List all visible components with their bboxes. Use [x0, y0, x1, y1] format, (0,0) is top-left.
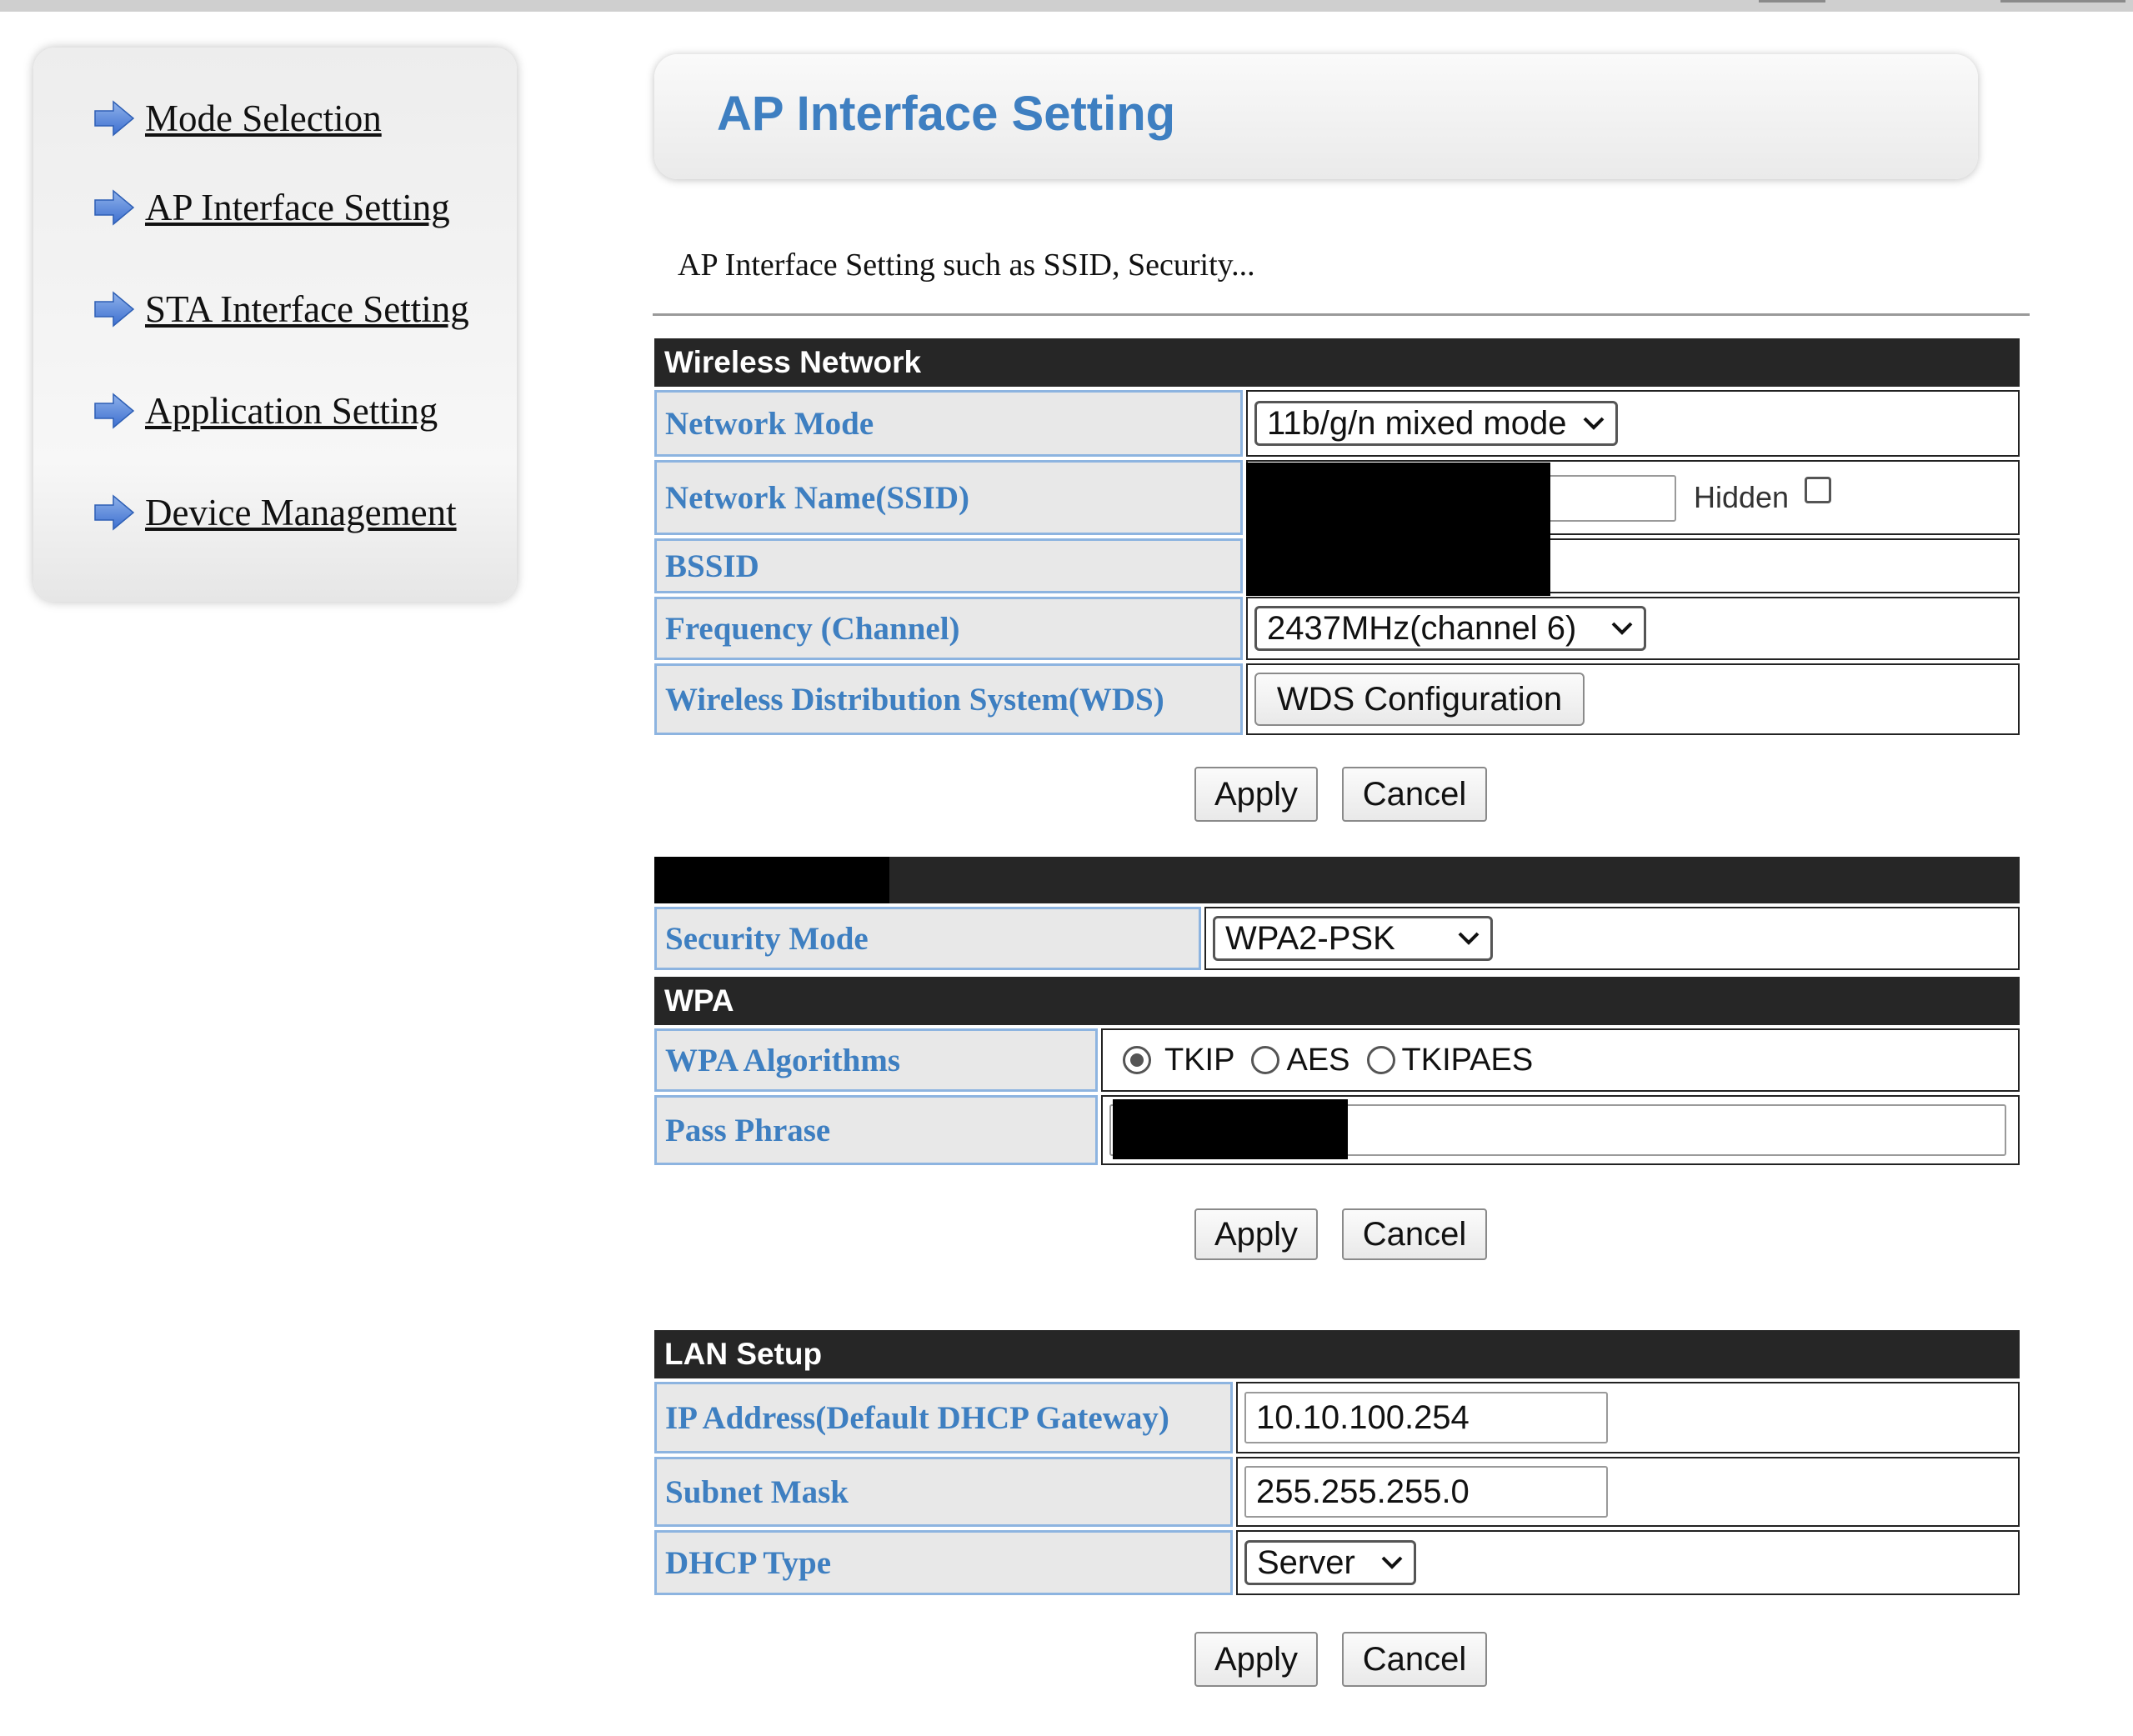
sidebar-item-label: STA Interface Setting: [145, 288, 469, 330]
chevron-down-icon: [1380, 1554, 1404, 1571]
wds-cell: WDS Configuration: [1246, 663, 2020, 735]
radio-tkipaes-label: TKIPAES: [1401, 1042, 1534, 1078]
network-mode-row: Network Mode 11b/g/n mixed mode: [654, 390, 2020, 457]
frequency-label: Frequency (Channel): [654, 597, 1243, 660]
redacted-ssid-bssid: [1246, 463, 1550, 596]
top-bar-tab: [1759, 0, 1825, 3]
dhcp-type-cell: Server: [1236, 1530, 2020, 1595]
network-mode-cell: 11b/g/n mixed mode: [1246, 390, 2020, 457]
network-mode-value: 11b/g/n mixed mode: [1267, 404, 1567, 442]
dhcp-type-label: DHCP Type: [654, 1530, 1233, 1595]
frequency-value: 2437MHz(channel 6): [1267, 609, 1577, 647]
sidebar-item-ap-interface-setting[interactable]: AP Interface Setting: [93, 183, 450, 233]
ssid-label: Network Name(SSID): [654, 460, 1243, 535]
radio-aes-button[interactable]: [1251, 1046, 1280, 1074]
arrow-right-icon: [93, 290, 135, 328]
ip-address-label: IP Address(Default DHCP Gateway): [654, 1382, 1233, 1453]
ip-address-cell: 10.10.100.254: [1236, 1382, 2020, 1453]
top-bar-tab: [2000, 0, 2125, 3]
chevron-down-icon: [1457, 930, 1480, 947]
page-description: AP Interface Setting such as SSID, Secur…: [678, 248, 1255, 283]
security-mode-select[interactable]: WPA2-PSK: [1213, 916, 1493, 961]
dhcp-type-select[interactable]: Server: [1244, 1540, 1416, 1585]
radio-aes-label: AES: [1286, 1042, 1350, 1078]
radio-tkip[interactable]: TKIP: [1123, 1043, 1234, 1078]
pass-phrase-label: Pass Phrase: [654, 1095, 1098, 1165]
radio-aes[interactable]: AES: [1251, 1042, 1350, 1078]
ip-address-row: IP Address(Default DHCP Gateway) 10.10.1…: [654, 1382, 2020, 1453]
security-mode-value: WPA2-PSK: [1225, 919, 1395, 957]
network-mode-label: Network Mode: [654, 390, 1243, 457]
section-header: [654, 857, 2020, 903]
browser-top-bar: [0, 0, 2133, 12]
arrow-right-icon: [93, 493, 135, 532]
wds-label: Wireless Distribution System(WDS): [654, 663, 1243, 735]
security-mode-cell: WPA2-PSK: [1204, 907, 2020, 970]
divider: [653, 313, 2030, 316]
sidebar-item-label: Application Setting: [145, 390, 438, 432]
wpa-algorithms-row: WPA Algorithms TKIP AES TKIPAES: [654, 1028, 2020, 1092]
hidden-checkbox[interactable]: [1805, 477, 1831, 503]
chevron-down-icon: [1582, 415, 1605, 432]
hidden-label: Hidden: [1694, 480, 1790, 514]
arrow-right-icon: [93, 99, 135, 138]
security-apply-button[interactable]: Apply: [1194, 1208, 1318, 1260]
arrow-right-icon: [93, 392, 135, 430]
page-header: AP Interface Setting: [654, 54, 1978, 179]
security-mode-label: Security Mode: [654, 907, 1201, 970]
wds-row: Wireless Distribution System(WDS) WDS Co…: [654, 663, 2020, 735]
wpa-algorithms-label: WPA Algorithms: [654, 1028, 1098, 1092]
frequency-select[interactable]: 2437MHz(channel 6): [1254, 606, 1646, 651]
sidebar-item-application-setting[interactable]: Application Setting: [93, 386, 438, 436]
sidebar-item-sta-interface-setting[interactable]: STA Interface Setting: [93, 284, 469, 334]
security-section: Security Mode WPA2-PSK WPA WPA Algorithm…: [654, 857, 2020, 1165]
page-title: AP Interface Setting: [717, 87, 1176, 141]
radio-tkipaes[interactable]: TKIPAES: [1366, 1042, 1534, 1078]
sidebar-item-label: Mode Selection: [145, 98, 382, 139]
wpa-algorithms-cell: TKIP AES TKIPAES: [1101, 1028, 2020, 1092]
radio-tkip-label: TKIP: [1164, 1042, 1235, 1078]
redacted-section-title: [654, 857, 889, 903]
bssid-label: BSSID: [654, 538, 1243, 593]
chevron-down-icon: [1610, 620, 1634, 637]
subnet-mask-row: Subnet Mask 255.255.255.0: [654, 1457, 2020, 1527]
wpa-section-header: WPA: [654, 977, 2020, 1025]
redacted-pass-phrase: [1113, 1099, 1348, 1159]
radio-tkipaes-button[interactable]: [1366, 1046, 1395, 1074]
network-mode-select[interactable]: 11b/g/n mixed mode: [1254, 401, 1618, 446]
dhcp-type-value: Server: [1257, 1543, 1355, 1581]
sidebar-item-device-management[interactable]: Device Management: [93, 488, 457, 538]
frequency-cell: 2437MHz(channel 6): [1246, 597, 2020, 660]
wireless-apply-button[interactable]: Apply: [1194, 767, 1318, 822]
lan-apply-button[interactable]: Apply: [1194, 1632, 1318, 1687]
security-mode-row: Security Mode WPA2-PSK: [654, 907, 2020, 970]
pass-phrase-cell: [1101, 1095, 2020, 1165]
section-header: LAN Setup: [654, 1330, 2020, 1378]
lan-setup-section: LAN Setup IP Address(Default DHCP Gatewa…: [654, 1330, 2020, 1595]
sidebar-item-mode-selection[interactable]: Mode Selection: [93, 93, 382, 143]
sidebar: Mode Selection AP Interface Setting STA …: [33, 48, 517, 602]
wireless-cancel-button[interactable]: Cancel: [1342, 767, 1487, 822]
sidebar-item-label: Device Management: [145, 492, 457, 533]
security-cancel-button[interactable]: Cancel: [1342, 1208, 1487, 1260]
pass-phrase-row: Pass Phrase: [654, 1095, 2020, 1165]
section-header: Wireless Network: [654, 338, 2020, 387]
arrow-right-icon: [93, 188, 135, 227]
subnet-mask-cell: 255.255.255.0: [1236, 1457, 2020, 1527]
sidebar-item-label: AP Interface Setting: [145, 187, 450, 228]
ip-address-input[interactable]: 10.10.100.254: [1244, 1392, 1608, 1443]
frequency-row: Frequency (Channel) 2437MHz(channel 6): [654, 597, 2020, 660]
lan-cancel-button[interactable]: Cancel: [1342, 1632, 1487, 1687]
subnet-mask-label: Subnet Mask: [654, 1457, 1233, 1527]
radio-tkip-button[interactable]: [1123, 1046, 1151, 1074]
dhcp-type-row: DHCP Type Server: [654, 1530, 2020, 1595]
wds-configuration-button[interactable]: WDS Configuration: [1254, 673, 1585, 726]
subnet-mask-input[interactable]: 255.255.255.0: [1244, 1466, 1608, 1518]
